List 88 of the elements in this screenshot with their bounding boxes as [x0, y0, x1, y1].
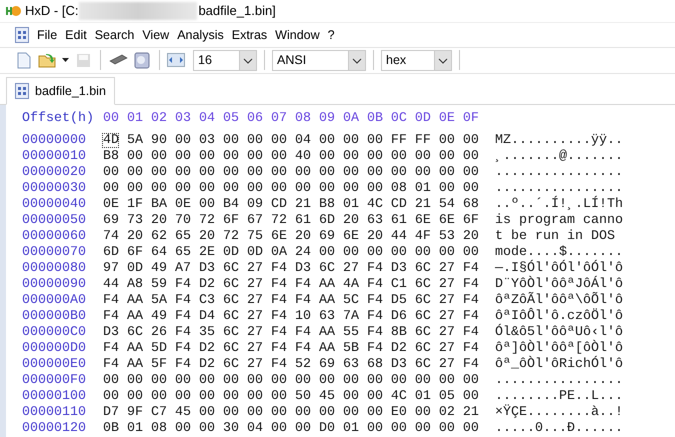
- ascii-text: ôªZôÃl'ôôª\ôÕl'ô: [495, 293, 623, 308]
- offset: 000000F0: [22, 373, 87, 389]
- ascii-text: ôª_ôÒl'ôRichÓl'ô: [495, 357, 623, 373]
- save-icon: [76, 52, 90, 68]
- ascii-text: ................: [495, 373, 623, 389]
- ascii-text: ôª]ôÒl'ôôª[ôÒl'ô: [495, 341, 623, 356]
- menu-item[interactable]: Window: [271, 28, 324, 42]
- window-title: HxD - [C:: [25, 3, 78, 18]
- file-tab[interactable]: badfile_1.bin: [6, 77, 115, 105]
- hex-bytes: 74 20 62 65 20 72 75 6E 20 69 6E 20 44 4F 53 20: [103, 229, 480, 245]
- hex-bytes: 00 00 00 00 00 00 00 00 00 00 00 00 08 01 00 00: [103, 181, 480, 197]
- hex-bytes: 69 73 20 70 72 6F 67 72 61 6D 20 63 61 6E 6E 6F: [103, 213, 480, 229]
- ascii-text: ................: [495, 181, 623, 196]
- hex-bytes: 97 0D 49 A7 D3 6C 27 F4 D3 6C 27 F4 D3 6C 27 F4: [103, 261, 480, 277]
- hex-bytes: 0B 01 08 00 00 30 04 00 00 D0 01 00 00 00 00 00: [103, 421, 480, 437]
- offset: 00000070: [22, 245, 87, 261]
- new-file-icon: [17, 52, 31, 69]
- dropdown[interactable]: hex: [381, 50, 452, 71]
- offset: 000000E0: [22, 357, 87, 373]
- ascii-text: ×ŸÇE........à..!: [495, 405, 623, 421]
- column-header: 00 01 02 03 04 05 06 07 08 09 0A 0B 0C 0D 0E 0F: [103, 111, 480, 127]
- offset: 00000000: [22, 133, 87, 149]
- hex-bytes: 0E 1F BA 0E 00 B4 09 CD 21 B8 01 4C CD 21 54 68: [103, 197, 480, 213]
- hex-bytes: 00 00 00 00 00 00 00 00 00 00 00 00 00 00 00 00: [103, 165, 480, 181]
- hex-bytes: 6D 6F 64 65 2E 0D 0D 0A 24 00 00 00 00 00 00 00: [103, 245, 480, 261]
- caret-icon[interactable]: [62, 58, 69, 62]
- menu-item[interactable]: View: [138, 28, 174, 42]
- ascii-text: ¸.......@.......: [495, 149, 623, 165]
- menu-item[interactable]: ?: [324, 28, 339, 42]
- hex-bytes: F4 AA 5F F4 D2 6C 27 F4 52 69 63 68 D3 6C 27 F4: [103, 357, 480, 373]
- app-icon: [5, 4, 21, 17]
- offset: 00000080: [22, 261, 87, 277]
- offset: 00000110: [22, 405, 87, 421]
- hex-bytes: 00 00 00 00 00 00 00 00 00 00 00 00 00 00 00 00: [103, 373, 480, 389]
- dropdown[interactable]: ANSI: [272, 50, 366, 71]
- hex-bytes: 44 A8 59 F4 D2 6C 27 F4 F4 AA 4A F4 C1 6C 27 F4: [103, 277, 480, 293]
- offset: 00000010: [22, 149, 87, 165]
- offset-header: Offset(h): [22, 111, 95, 127]
- disk-drive-icon: [133, 52, 151, 69]
- hex-bytes: D3 6C 26 F4 35 6C 27 F4 F4 AA 55 F4 8B 6C 27 F4: [103, 325, 480, 341]
- ascii-text: MZ..........ÿÿ..: [495, 133, 623, 149]
- menu-item[interactable]: Edit: [61, 28, 91, 42]
- cursor: [102, 133, 119, 148]
- offset: 00000050: [22, 213, 87, 229]
- offset: 00000090: [22, 277, 87, 293]
- hex-bytes: F4 AA 49 F4 D4 6C 27 F4 10 63 7A F4 D6 6C 27 F4: [103, 309, 480, 325]
- hex-bytes: F4 AA 5D F4 D2 6C 27 F4 F4 AA 5B F4 D2 6C 27 F4: [103, 341, 480, 357]
- dropdown[interactable]: 16: [193, 50, 257, 71]
- offset: 000000C0: [22, 325, 87, 341]
- ascii-text: .....0...Ð......: [495, 421, 623, 437]
- offset: 000000B0: [22, 309, 87, 325]
- offset: 00000100: [22, 389, 87, 405]
- offset: 00000040: [22, 197, 87, 213]
- menu-item[interactable]: Analysis: [173, 28, 228, 42]
- memory-chip-icon: [108, 54, 128, 66]
- chevron-icon: [239, 50, 256, 70]
- menu-item[interactable]: File: [33, 28, 62, 42]
- window-title: badfile_1.bin]: [198, 3, 276, 18]
- ascii-text: ........PE..L...: [495, 389, 623, 404]
- ascii-text: D¨YôÒl'ôôªJôÁl'ô: [495, 277, 623, 292]
- hex-bytes: 4D 5A 90 00 03 00 00 00 04 00 00 00 FF FF 00 00: [103, 133, 480, 149]
- ascii-text: —.I§Ól'ôÓl'ôÓl'ô: [495, 261, 623, 276]
- ascii-text: t be run in DOS: [495, 229, 616, 245]
- hex-bytes: F4 AA 5A F4 C3 6C 27 F4 F4 AA 5C F4 D5 6C 27 F4: [103, 293, 480, 309]
- width-arrows-icon[interactable]: [167, 53, 185, 68]
- offset: 000000D0: [22, 341, 87, 357]
- offset: 000000A0: [22, 293, 87, 309]
- offset: 00000020: [22, 165, 87, 181]
- offset: 00000120: [22, 421, 87, 437]
- menu-item[interactable]: Extras: [228, 28, 272, 42]
- ascii-text: is program canno: [495, 213, 623, 229]
- ascii-text: ................: [495, 165, 623, 181]
- document-menu-icon: [15, 26, 29, 43]
- chevron-icon: [348, 50, 365, 70]
- ascii-text: mode....$.......: [495, 245, 623, 260]
- disk-button[interactable]: [132, 50, 152, 70]
- hex-bytes: 00 00 00 00 00 00 00 00 50 45 00 00 4C 01 05 00: [103, 389, 480, 405]
- open-folder-icon: [38, 52, 58, 68]
- ascii-text: ..º..´.Í!¸.LÍ!Th: [495, 197, 623, 213]
- ascii-text: Ól&ô5l'ôôªUô‹l'ô: [495, 325, 623, 340]
- offset: 00000060: [22, 229, 87, 245]
- hex-bytes: B8 00 00 00 00 00 00 00 40 00 00 00 00 00 00 00: [103, 149, 480, 165]
- offset: 00000030: [22, 181, 87, 197]
- ascii-text: ôªIôÔl'ô.czôÖl'ô: [495, 309, 623, 324]
- chevron-icon: [434, 50, 451, 70]
- document-icon: [15, 83, 29, 99]
- menu-item[interactable]: Search: [90, 28, 138, 42]
- hex-bytes: D7 9F C7 45 00 00 00 00 00 00 00 00 E0 00 02 21: [103, 405, 480, 421]
